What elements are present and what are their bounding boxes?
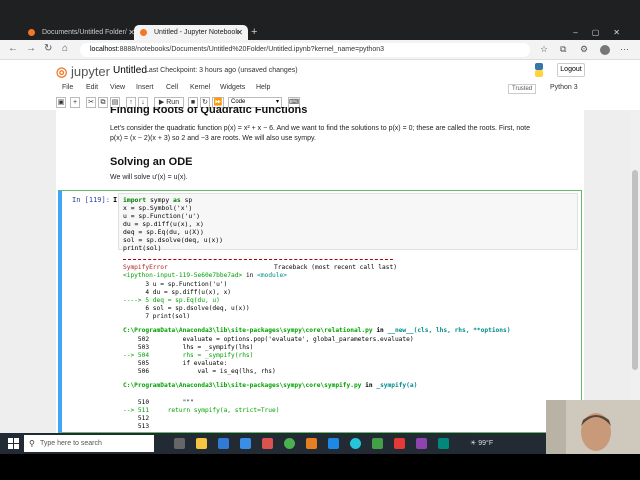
cell-prompt: In [119]: [72, 196, 110, 204]
code-line: x = sp.Symbol('x') [123, 204, 193, 212]
save-icon[interactable]: ▣ [56, 97, 66, 108]
more-menu-icon[interactable]: ⋯ [620, 44, 629, 55]
traceback-line: 513 [123, 423, 150, 430]
store-icon[interactable] [240, 438, 251, 449]
traceback-line: 510 """ [123, 399, 194, 406]
code-line: sol = sp.dsolve(deq, u(x)) [123, 236, 224, 244]
chevron-down-icon: ▾ [275, 99, 279, 105]
run-icon: ▶ [158, 99, 165, 106]
forward-icon[interactable]: → [26, 43, 36, 54]
traceback-line: 3 u = sp.Function('u') [123, 281, 228, 288]
markdown-paragraph-roots-1: Let's consider the quadratic function p(… [110, 125, 531, 132]
window-controls[interactable]: –▢✕ [573, 28, 634, 37]
traceback-line: 7 print(sol) [123, 313, 191, 320]
menu-kernel[interactable]: Kernel [190, 84, 210, 91]
app-icon[interactable] [438, 438, 449, 449]
traceback-divider [123, 259, 393, 260]
app-icon[interactable] [306, 438, 317, 449]
checkpoint-status: Last Checkpoint: 3 hours ago (unsaved ch… [145, 67, 298, 74]
traceback-file-sympify: C:\ProgramData\Anaconda3\lib\site-packag… [123, 382, 418, 389]
menu-insert[interactable]: Insert [136, 84, 154, 91]
taskbar-search-input[interactable]: ⚲ Type here to search [24, 435, 154, 452]
code-line: print(sol) [123, 244, 162, 252]
reload-icon[interactable]: ↻ [44, 43, 52, 54]
task-view-icon[interactable] [174, 438, 185, 449]
home-icon[interactable]: ⌂ [62, 43, 68, 54]
markdown-paragraph-ode: We will solve u′(x) = u(x). [110, 174, 188, 181]
menubar: File Edit View Insert Cell Kernel Widget… [56, 82, 584, 96]
error-name: SympifyError [123, 264, 168, 271]
jupyter-favicon-icon [28, 29, 35, 36]
trusted-badge[interactable]: Trusted [508, 84, 537, 94]
traceback-line-current: ----> 5 deq = sp.Eq(du, u) [123, 297, 220, 304]
new-tab-button[interactable]: + [251, 26, 257, 38]
windows-start-icon[interactable] [8, 438, 19, 449]
jupyter-logo-icon: ◎ [56, 64, 68, 79]
traceback-file-relational: C:\ProgramData\Anaconda3\lib\site-packag… [123, 327, 511, 334]
menu-view[interactable]: View [110, 84, 125, 91]
traceback-line-current: --> 504 rhs = _sympify(rhs) [123, 352, 254, 359]
app-icon[interactable] [416, 438, 427, 449]
tab-documents[interactable]: Documents/Untitled Folder/ ✕ [22, 25, 140, 40]
markdown-paragraph-roots-2: p(x) = (x − 2)(x + 3) so 2 and −3 are ro… [110, 135, 316, 142]
traceback-line: 506 val = is_eq(lhs, rhs) [123, 368, 276, 375]
code-line: du = sp.diff(u(x), x) [123, 220, 204, 228]
logout-button[interactable]: Logout [557, 63, 585, 77]
chrome-icon[interactable] [284, 438, 295, 449]
app-icon[interactable] [262, 438, 273, 449]
file-explorer-icon[interactable] [196, 438, 207, 449]
edge-icon[interactable] [350, 438, 361, 449]
menu-help[interactable]: Help [256, 84, 270, 91]
insert-cell-icon[interactable]: + [70, 97, 80, 108]
code-line: import sympy as sp [123, 196, 193, 204]
tab-untitled-notebook[interactable]: Untitled - Jupyter Notebook ✕ [134, 25, 248, 40]
acrobat-icon[interactable] [394, 438, 405, 449]
browser-tab-bar: Documents/Untitled Folder/ ✕ Untitled - … [0, 0, 640, 40]
code-line: deq = sp.Eq(du, u(X)) [123, 228, 204, 236]
jupyter-logo[interactable]: ◎ jupyter [56, 64, 110, 80]
traceback-line: 505 if evaluate: [123, 360, 228, 367]
kernel-indicator[interactable]: Python 3 [550, 84, 578, 91]
windows-taskbar: ⚲ Type here to search ☀ 99°F [0, 433, 640, 454]
weather-tray[interactable]: ☀ 99°F [470, 439, 493, 447]
scrollbar[interactable] [630, 110, 640, 433]
close-tab-icon[interactable]: ✕ [236, 25, 243, 40]
extensions-icon[interactable]: ⚙ [580, 44, 588, 55]
traceback-line: 6 sol = sp.dsolve(deq, u(x)) [123, 305, 250, 312]
favorites-star-icon[interactable]: ☆ [540, 44, 548, 55]
mail-icon[interactable] [218, 438, 229, 449]
traceback-input-ref: <ipython-input-119-5e60e7bbe7ad> in <mod… [123, 272, 287, 279]
url-field[interactable]: localhost:8888/notebooks/Documents/Untit… [80, 43, 530, 57]
heading-roots: Finding Roots of Quadratic Functions [110, 107, 308, 116]
jupyter-favicon-icon [140, 29, 147, 36]
notebook-name[interactable]: Untitled [113, 65, 147, 76]
traceback-line-current: --> 511 return sympify(a, strict=True) [123, 407, 280, 414]
text-cursor: I [113, 196, 118, 204]
letterbox-bar [0, 454, 640, 480]
profile-avatar[interactable] [600, 45, 610, 55]
word-icon[interactable] [328, 438, 339, 449]
traceback-line: 502 evaluate = options.pop('evaluate', g… [123, 336, 414, 343]
cut-icon[interactable]: ✂ [86, 97, 96, 108]
menu-file[interactable]: File [62, 84, 73, 91]
copy-icon[interactable]: ⧉ [98, 97, 108, 108]
excel-icon[interactable] [372, 438, 383, 449]
traceback-line: 503 lhs = _sympify(lhs) [123, 344, 254, 351]
scrollbar-thumb[interactable] [632, 170, 638, 370]
collections-icon[interactable]: ⧉ [560, 44, 566, 55]
back-icon[interactable]: ← [8, 43, 18, 54]
python-logo-icon [535, 63, 543, 77]
menu-widgets[interactable]: Widgets [220, 84, 245, 91]
search-icon: ⚲ [29, 439, 35, 448]
weather-icon: ☀ [470, 440, 477, 447]
heading-ode: Solving an ODE [110, 156, 193, 168]
menu-cell[interactable]: Cell [166, 84, 178, 91]
code-line: u = sp.Function('u') [123, 212, 200, 220]
address-bar-row: ← → ↻ ⌂ localhost:8888/notebooks/Documen… [0, 40, 640, 60]
traceback-header: Traceback (most recent call last) [274, 264, 397, 271]
traceback-line: 512 [123, 415, 150, 422]
menu-edit[interactable]: Edit [86, 84, 98, 91]
traceback-line: 4 du = sp.diff(u(x), x) [123, 289, 232, 296]
